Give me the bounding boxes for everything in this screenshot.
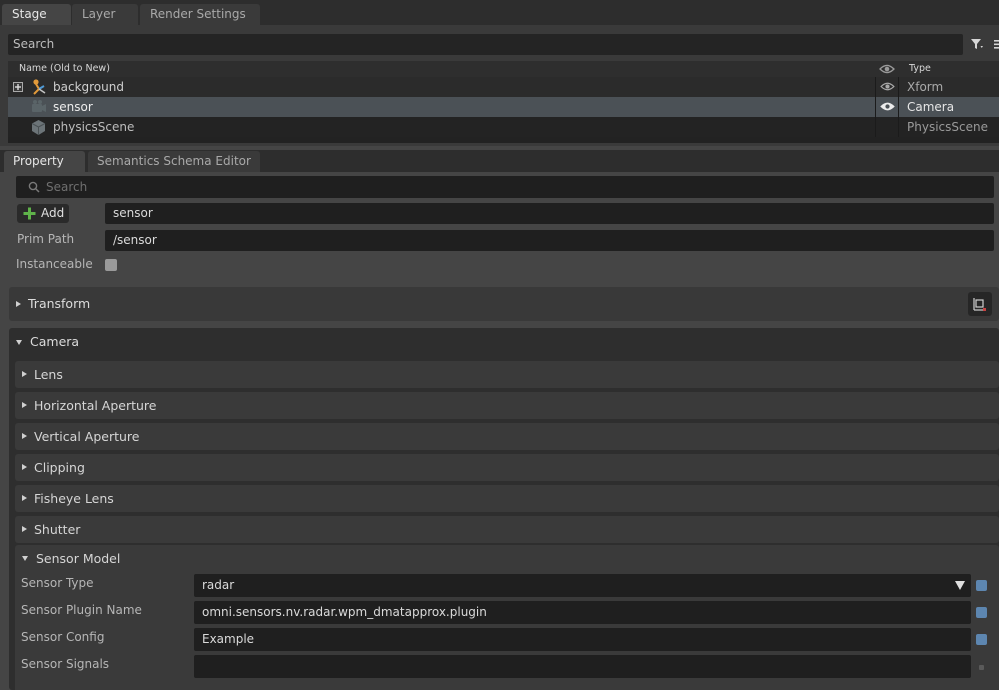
subsection-title: Vertical Aperture <box>34 429 140 444</box>
subsection-title: Fisheye Lens <box>34 491 114 506</box>
sensor-type-value: radar <box>202 578 235 592</box>
collapsed-triangle-icon <box>22 495 27 501</box>
sensor-config-override-indicator[interactable] <box>976 634 987 645</box>
row-name: physicsScene <box>53 120 135 134</box>
plus-icon <box>23 207 36 220</box>
tab-property[interactable]: Property <box>4 151 85 172</box>
sensor-type-label: Sensor Type <box>21 576 94 590</box>
property-panel: Property Semantics Schema Editor Search … <box>0 150 999 690</box>
camera-title: Camera <box>30 334 80 349</box>
column-name-header[interactable]: Name (Old to New) <box>19 61 110 77</box>
sensor-model-title: Sensor Model <box>36 551 121 566</box>
subsection-title: Horizontal Aperture <box>34 398 157 413</box>
prim-path-label: Prim Path <box>17 232 75 246</box>
camera-header[interactable]: Camera <box>9 328 999 356</box>
instanceable-checkbox[interactable] <box>105 259 117 271</box>
add-button[interactable]: Add <box>17 204 69 223</box>
stage-tree-header: Name (Old to New) Type <box>8 61 999 77</box>
subsection-title: Shutter <box>34 522 81 537</box>
horizontal-aperture-subsection[interactable]: Horizontal Aperture <box>15 392 999 419</box>
stage-tabbar: Stage Layer Render Settings <box>0 0 999 25</box>
collapsed-triangle-icon <box>22 526 27 532</box>
sensor-model-subsection: Sensor Model Sensor Type radar Sensor Pl… <box>15 545 999 690</box>
prim-path-field[interactable]: /sensor <box>105 230 994 251</box>
dropdown-arrow-icon <box>955 581 965 590</box>
visibility-toggle[interactable] <box>875 77 899 97</box>
row-name: background <box>53 80 124 94</box>
row-type: Camera <box>907 100 955 114</box>
search-icon <box>28 181 40 193</box>
property-search-input[interactable]: Search <box>16 176 994 198</box>
subsection-title: Clipping <box>34 460 85 475</box>
sensor-plugin-name-field[interactable]: omni.sensors.nv.radar.wpm_dmatapprox.plu… <box>194 601 971 624</box>
sensor-signals-default-indicator[interactable] <box>979 665 984 670</box>
sensor-type-override-indicator[interactable] <box>976 580 987 591</box>
expand-plus-icon[interactable] <box>13 82 23 92</box>
collapsed-triangle-icon <box>22 464 27 470</box>
column-type-header[interactable]: Type <box>909 61 931 77</box>
menu-icon[interactable] <box>991 37 999 51</box>
sensor-type-dropdown[interactable]: radar <box>194 574 971 597</box>
collapsed-triangle-icon <box>22 402 27 408</box>
sensor-model-header[interactable]: Sensor Model <box>15 545 999 572</box>
stage-row-background[interactable]: background Xform <box>8 77 999 97</box>
camera-section: Camera Lens Horizontal Aperture Vertical… <box>9 328 999 690</box>
expanded-triangle-icon <box>22 556 28 561</box>
search-placeholder: Search <box>46 180 88 194</box>
filter-icon[interactable] <box>970 37 984 51</box>
sensor-signals-label: Sensor Signals <box>21 657 110 671</box>
sensor-config-field[interactable]: Example <box>194 628 971 651</box>
clipping-subsection[interactable]: Clipping <box>15 454 999 481</box>
transform-section[interactable]: Transform <box>9 287 999 321</box>
sensor-config-label: Sensor Config <box>21 630 105 644</box>
row-type: PhysicsScene <box>907 120 988 134</box>
tab-render-settings[interactable]: Render Settings <box>140 4 260 25</box>
transform-title: Transform <box>28 296 91 311</box>
row-type: Xform <box>907 80 944 94</box>
expanded-triangle-icon <box>16 340 22 345</box>
tab-semantics-schema-editor[interactable]: Semantics Schema Editor <box>88 151 260 172</box>
sensor-signals-field[interactable] <box>194 655 971 678</box>
tab-stage[interactable]: Stage <box>2 4 71 25</box>
transform-gizmo-icon <box>973 298 986 311</box>
lens-subsection[interactable]: Lens <box>15 361 999 388</box>
property-tabbar: Property Semantics Schema Editor <box>0 150 999 172</box>
fisheye-lens-subsection[interactable]: Fisheye Lens <box>15 485 999 512</box>
stage-search-input[interactable]: Search <box>8 34 963 55</box>
prim-name-field[interactable]: sensor <box>105 203 994 224</box>
subsection-title: Lens <box>34 367 63 382</box>
add-label: Add <box>41 206 65 220</box>
stage-panel: Stage Layer Render Settings Search Name … <box>0 0 999 146</box>
visibility-header-icon <box>879 64 895 74</box>
xform-icon <box>33 79 46 95</box>
row-name: sensor <box>53 100 93 114</box>
shutter-subsection[interactable]: Shutter <box>15 516 999 543</box>
sensor-plugin-name-label: Sensor Plugin Name <box>21 603 142 617</box>
sensor-plugin-name-override-indicator[interactable] <box>976 607 987 618</box>
vertical-aperture-subsection[interactable]: Vertical Aperture <box>15 423 999 450</box>
stage-row-physicsscene[interactable]: physicsScene PhysicsScene <box>8 117 999 137</box>
tab-layer[interactable]: Layer <box>72 4 138 25</box>
stage-tree: Name (Old to New) Type background Xform … <box>8 61 999 143</box>
instanceable-label: Instanceable <box>16 257 93 271</box>
collapsed-triangle-icon <box>22 433 27 439</box>
eye-icon <box>880 102 895 111</box>
camera-prim-icon <box>32 100 46 112</box>
physics-scene-icon <box>31 120 46 135</box>
transform-gizmo-button[interactable] <box>968 292 992 316</box>
stage-row-sensor[interactable]: sensor Camera <box>8 97 999 117</box>
eye-icon <box>880 82 895 91</box>
visibility-toggle[interactable] <box>875 97 899 117</box>
collapsed-triangle-icon <box>22 371 27 377</box>
visibility-toggle[interactable] <box>875 117 899 137</box>
collapsed-triangle-icon <box>16 300 21 307</box>
